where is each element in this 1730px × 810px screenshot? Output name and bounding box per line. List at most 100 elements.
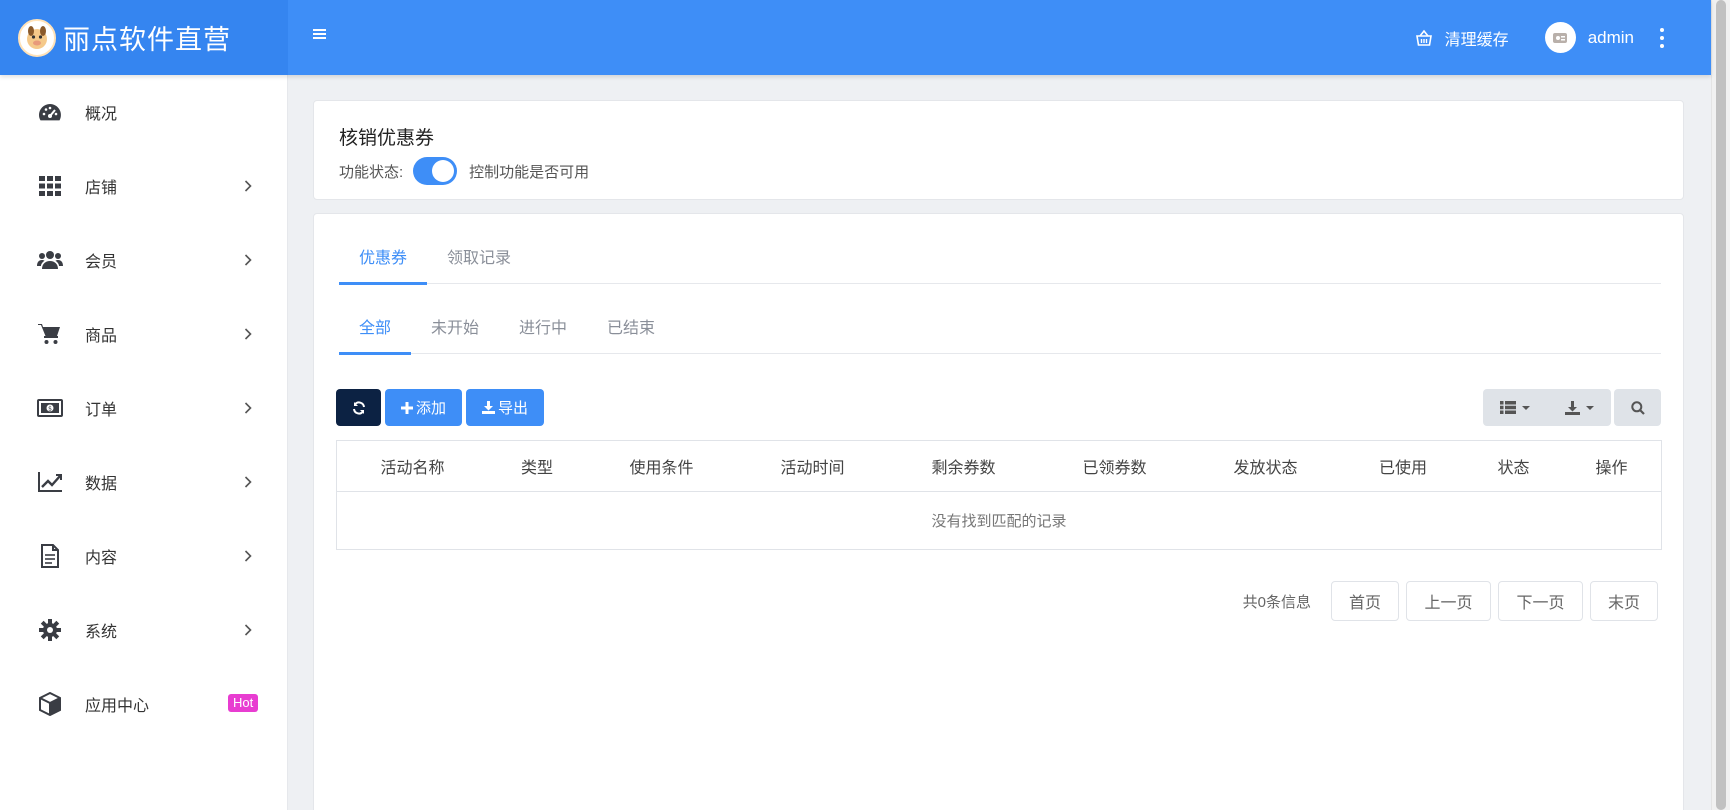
sidebar-item-label: 内容: [85, 550, 118, 567]
sidebar-item-system[interactable]: 系统: [0, 593, 287, 667]
top-navbar: 丽点软件直营 清理缓存 admin: [0, 0, 1711, 75]
chevron-right-icon: [244, 550, 252, 562]
line-chart-icon: [37, 469, 63, 495]
menu-toggle-icon[interactable]: [310, 26, 330, 48]
tab-ended[interactable]: 已结束: [587, 284, 675, 354]
sidebar-item-label: 商品: [85, 328, 118, 345]
sidebar-item-members[interactable]: 会员: [0, 223, 287, 297]
sidebar-item-label: 店铺: [85, 180, 118, 197]
sidebar-item-label: 系统: [85, 624, 118, 641]
table-header: 活动名称 类型 使用条件 活动时间 剩余券数 已领券数 发放状态 已使用 状态 …: [337, 441, 1661, 492]
download-icon: [1564, 400, 1580, 415]
refresh-button[interactable]: [336, 389, 381, 426]
sidebar-item-app-center[interactable]: 应用中心 Hot: [0, 667, 287, 741]
page-title: 核销优惠券: [339, 128, 435, 149]
sidebar: 概况 店铺 会员 商品 $ 订单 数据 内容 系统 应用中心 Hot: [0, 75, 288, 810]
sidebar-item-orders[interactable]: $ 订单: [0, 371, 287, 445]
pagination: 共0条信息 首页 上一页 下一页 末页: [1243, 581, 1658, 621]
chevron-right-icon: [244, 180, 252, 192]
tab-coupons[interactable]: 优惠券: [339, 214, 428, 285]
column-header[interactable]: 活动名称: [337, 441, 488, 491]
list-icon: [1500, 401, 1516, 414]
sidebar-item-content[interactable]: 内容: [0, 519, 287, 593]
coupon-list-card: 优惠券 领取记录 全部 未开始 进行中 已结束 添加 导出 活动名称 类型 使用…: [313, 213, 1684, 810]
scrollbar-thumb[interactable]: [1716, 0, 1726, 810]
export-options-button[interactable]: [1547, 389, 1611, 426]
sidebar-item-overview[interactable]: 概况: [0, 75, 287, 149]
brand[interactable]: 丽点软件直营: [0, 0, 288, 75]
filter-tabs: 全部 未开始 进行中 已结束: [339, 284, 1661, 355]
brand-title: 丽点软件直营: [63, 25, 231, 56]
sidebar-item-shop[interactable]: 店铺: [0, 149, 287, 223]
more-options-icon[interactable]: [1652, 25, 1672, 51]
page-scrollbar[interactable]: [1711, 0, 1730, 810]
caret-down-icon: [1522, 405, 1530, 410]
user-menu[interactable]: admin: [1544, 22, 1634, 53]
empty-table-message: 没有找到匹配的记录: [931, 513, 1067, 530]
clear-cache-button[interactable]: 清理缓存: [1415, 26, 1509, 50]
tab-all[interactable]: 全部: [339, 284, 412, 355]
dashboard-icon: [37, 99, 63, 125]
chevron-right-icon: [244, 328, 252, 340]
prev-page-button[interactable]: 上一页: [1406, 581, 1491, 621]
sidebar-item-label: 数据: [85, 476, 118, 493]
status-label: 功能状态:: [339, 163, 404, 181]
clear-cache-label: 清理缓存: [1444, 31, 1509, 49]
sidebar-item-label: 会员: [85, 254, 118, 271]
next-page-button[interactable]: 下一页: [1498, 581, 1583, 621]
column-header[interactable]: 使用条件: [586, 441, 737, 491]
plus-icon: [401, 401, 413, 414]
column-toggle-button[interactable]: [1483, 389, 1547, 426]
svg-text:$: $: [48, 406, 52, 413]
export-button[interactable]: 导出: [466, 389, 545, 426]
sidebar-item-data[interactable]: 数据: [0, 445, 287, 519]
chevron-right-icon: [244, 476, 252, 488]
column-header[interactable]: 剩余券数: [888, 441, 1039, 491]
function-status-card: 核销优惠券 功能状态: 控制功能是否可用: [313, 100, 1684, 200]
hot-badge: Hot: [228, 694, 259, 712]
add-button[interactable]: 添加: [385, 389, 463, 426]
tab-not-started[interactable]: 未开始: [411, 284, 499, 354]
column-header[interactable]: 发放状态: [1190, 441, 1341, 491]
last-page-button[interactable]: 末页: [1590, 581, 1658, 621]
first-page-button[interactable]: 首页: [1331, 581, 1399, 621]
grid-icon: [37, 173, 63, 199]
export-button-label: 导出: [498, 400, 529, 417]
sidebar-item-label: 概况: [85, 106, 118, 123]
sidebar-item-label: 订单: [85, 402, 118, 419]
chevron-right-icon: [244, 402, 252, 414]
sidebar-item-label: 应用中心: [85, 698, 150, 715]
tab-claim-records[interactable]: 领取记录: [427, 214, 531, 284]
column-header[interactable]: 活动时间: [737, 441, 888, 491]
users-icon: [37, 247, 63, 273]
table-toolbar: 添加 导出: [336, 389, 545, 426]
function-status-toggle[interactable]: [413, 157, 458, 185]
column-header[interactable]: 已领券数: [1039, 441, 1190, 491]
tab-in-progress[interactable]: 进行中: [499, 284, 587, 354]
user-name: admin: [1587, 27, 1634, 47]
search-button[interactable]: [1614, 389, 1661, 426]
column-header[interactable]: 类型: [488, 441, 586, 491]
column-header[interactable]: 操作: [1562, 441, 1661, 491]
search-icon: [1630, 400, 1645, 415]
column-header[interactable]: 已使用: [1341, 441, 1465, 491]
coupon-table: 活动名称 类型 使用条件 活动时间 剩余券数 已领券数 发放状态 已使用 状态 …: [336, 440, 1662, 550]
main-tabs: 优惠券 领取记录: [339, 214, 1661, 285]
sidebar-item-products[interactable]: 商品: [0, 297, 287, 371]
chevron-right-icon: [244, 624, 252, 636]
chevron-right-icon: [244, 254, 252, 266]
avatar: [1544, 22, 1576, 53]
toggle-knob: [432, 160, 455, 182]
gear-icon: [37, 617, 63, 643]
pagination-info: 共0条信息: [1242, 593, 1311, 611]
avatar-image-icon: [1553, 32, 1568, 43]
refresh-icon: [352, 400, 365, 415]
status-hint: 控制功能是否可用: [469, 163, 590, 181]
column-header[interactable]: 状态: [1465, 441, 1562, 491]
brand-logo-icon: [18, 18, 56, 57]
money-icon: $: [37, 395, 63, 421]
view-export-group: [1483, 389, 1611, 426]
table-tools: [1483, 389, 1661, 426]
caret-down-icon: [1585, 405, 1594, 410]
basket-icon: [1415, 29, 1432, 46]
